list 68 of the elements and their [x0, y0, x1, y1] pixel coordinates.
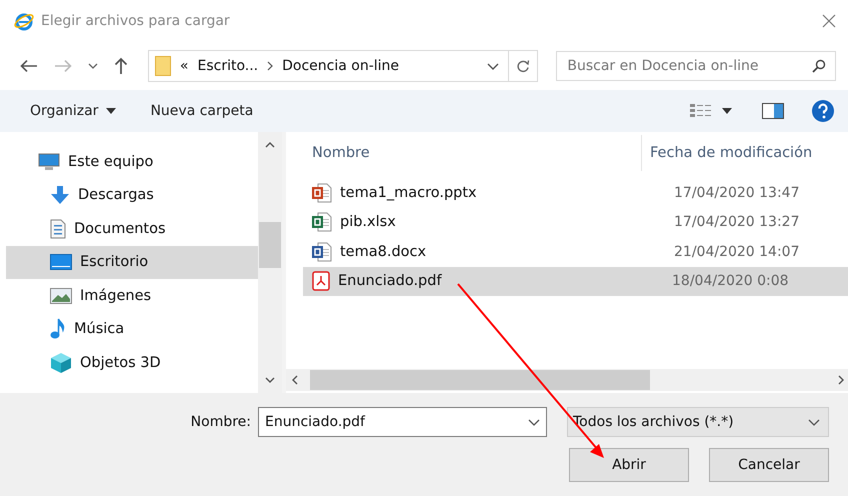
caret-icon[interactable] — [722, 108, 732, 114]
down-arrow-icon — [50, 185, 70, 206]
file-name: Enunciado.pdf — [338, 273, 443, 290]
music-note-icon — [50, 318, 66, 340]
office-file-icon — [312, 212, 332, 232]
chevron-down-icon[interactable] — [88, 63, 98, 69]
landscape-icon — [50, 288, 72, 304]
help-icon[interactable] — [812, 100, 834, 122]
file-name: pib.xlsx — [340, 214, 397, 230]
chevron-down-icon[interactable] — [528, 418, 540, 426]
file-name: tema1_macro.pptx — [340, 184, 478, 201]
view-options-icon[interactable] — [690, 103, 712, 119]
office-file-icon — [312, 182, 332, 203]
pdf-file-icon — [312, 271, 330, 292]
back-arrow-icon[interactable] — [20, 59, 38, 73]
file-date: 17/04/2020 13:27 — [674, 214, 800, 230]
desktop-icon — [50, 254, 72, 270]
file-date: 17/04/2020 13:47 — [674, 184, 800, 201]
sidebar-item[interactable]: Imágenes — [0, 279, 258, 312]
breadcrumb-overflow[interactable]: « — [180, 58, 188, 74]
horizontal-scrollbar[interactable] — [286, 369, 848, 391]
up-arrow-icon[interactable] — [114, 57, 128, 75]
file-date: 18/04/2020 0:08 — [672, 273, 789, 290]
chevron-down-icon — [808, 418, 820, 426]
sidebar-item[interactable]: Música — [0, 312, 258, 346]
preview-pane-icon[interactable] — [762, 103, 784, 119]
file-date: 21/04/2020 14:07 — [674, 244, 800, 260]
column-header[interactable]: Nombre — [286, 145, 641, 161]
browser-logo-icon — [14, 11, 34, 31]
file-row[interactable]: Enunciado.pdf 18/04/2020 0:08 — [303, 266, 848, 296]
new-folder-button[interactable]: Nueva carpeta — [140, 99, 264, 123]
address-bar[interactable]: « Escrito... Docencia on-line — [148, 50, 538, 82]
search-field[interactable]: Buscar en Docencia on-line — [556, 51, 836, 81]
file-name: tema8.docx — [340, 244, 428, 260]
chevron-down-icon[interactable] — [487, 62, 500, 70]
file-name-field[interactable]: Enunciado.pdf — [258, 407, 547, 437]
file-row[interactable]: tema8.docx 21/04/2020 14:07 — [303, 237, 848, 266]
refresh-icon — [516, 59, 530, 73]
scroll-left-icon[interactable] — [292, 375, 298, 385]
scroll-right-icon[interactable] — [838, 375, 844, 385]
cancel-button[interactable]: Cancelar — [709, 448, 829, 482]
office-file-icon — [312, 242, 332, 262]
search-icon — [812, 59, 826, 73]
column-header[interactable]: Fecha de modificación — [641, 135, 812, 171]
chevron-right-icon — [267, 61, 274, 71]
close-icon[interactable] — [822, 14, 836, 28]
sidebar-item[interactable]: Este equipo — [0, 145, 258, 178]
sidebar-item[interactable]: Descargas — [0, 178, 258, 212]
file-row[interactable]: pib.xlsx 17/04/2020 13:27 — [303, 208, 848, 237]
cube-icon — [50, 352, 72, 374]
caret-icon — [106, 108, 116, 114]
monitor-icon — [38, 152, 60, 171]
breadcrumb[interactable]: Docencia on-line — [282, 58, 400, 74]
open-button[interactable]: Abrir — [569, 448, 689, 482]
window-title: Elegir archivos para cargar — [41, 13, 231, 29]
file-name-label: Nombre: — [190, 414, 251, 430]
folder-icon — [154, 56, 171, 76]
scrollbar-thumb[interactable] — [259, 222, 281, 268]
sidebar-item[interactable]: Escritorio — [6, 246, 258, 279]
scroll-down-icon[interactable] — [265, 377, 275, 383]
document-icon — [50, 218, 66, 239]
organize-menu-button[interactable]: Organizar — [20, 99, 126, 123]
sidebar-item[interactable]: Objetos 3D — [0, 346, 258, 380]
sidebar-item[interactable]: Documentos — [0, 212, 258, 246]
scrollbar-thumb[interactable] — [310, 370, 650, 390]
breadcrumb[interactable]: Escrito... — [197, 58, 258, 74]
scroll-up-icon[interactable] — [265, 142, 275, 148]
file-row[interactable]: tema1_macro.pptx 17/04/2020 13:47 — [303, 178, 848, 208]
